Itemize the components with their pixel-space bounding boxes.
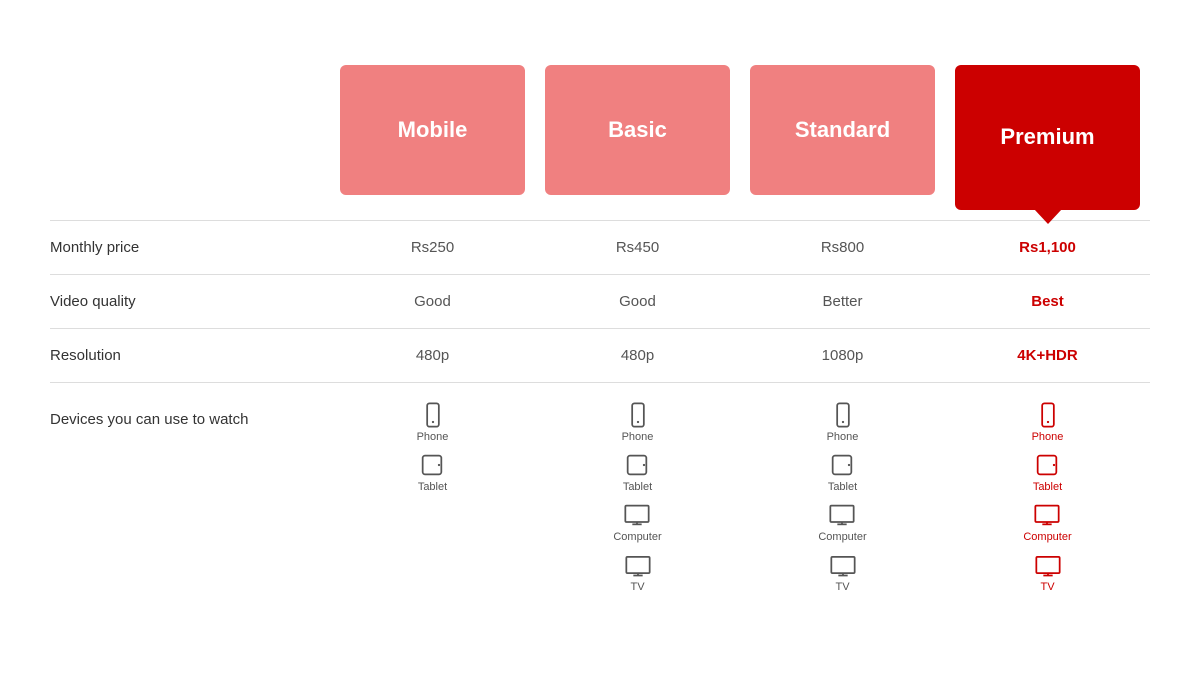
devices-basic: Phone Tablet Computer: [535, 401, 740, 593]
device-premium-computer: Computer: [1023, 501, 1071, 543]
resolution-premium: 4K+HDR: [945, 347, 1150, 364]
device-basic-tablet: Tablet: [623, 451, 652, 493]
monthly-price-label: Monthly price: [50, 239, 330, 256]
computer-icon: [828, 501, 856, 529]
plan-standard: Standard: [750, 65, 935, 195]
device-label: Tablet: [1033, 481, 1062, 493]
devices-standard: Phone Tablet Computer: [740, 401, 945, 593]
plan-headers: Mobile Basic Standard Premium: [50, 65, 1150, 210]
device-label: Computer: [818, 531, 866, 543]
plan-standard-label: Standard: [795, 117, 890, 143]
header-empty: [50, 65, 330, 210]
tv-icon: [624, 551, 652, 579]
device-label: Phone: [622, 431, 654, 443]
tv-icon: [829, 551, 857, 579]
tablet-icon: [1033, 451, 1061, 479]
device-label: Tablet: [418, 481, 447, 493]
computer-icon: [623, 501, 651, 529]
device-label: TV: [1040, 581, 1054, 593]
comparison-table: Mobile Basic Standard Premium Monthly pr…: [50, 45, 1150, 631]
device-standard-phone: Phone: [827, 401, 859, 443]
device-label: Tablet: [623, 481, 652, 493]
device-basic-phone: Phone: [622, 401, 654, 443]
resolution-standard: 1080p: [740, 347, 945, 364]
resolution-row: Resolution 480p 480p 1080p 4K+HDR: [50, 328, 1150, 382]
resolution-mobile: 480p: [330, 347, 535, 364]
devices-premium: Phone Tablet Computer: [945, 401, 1150, 593]
phone-icon: [624, 401, 652, 429]
device-mobile-tablet: Tablet: [418, 451, 447, 493]
resolution-basic: 480p: [535, 347, 740, 364]
video-quality-row: Video quality Good Good Better Best: [50, 274, 1150, 328]
monthly-price-row: Monthly price Rs250 Rs450 Rs800 Rs1,100: [50, 220, 1150, 274]
device-mobile-phone: Phone: [417, 401, 449, 443]
phone-icon: [829, 401, 857, 429]
tablet-icon: [828, 451, 856, 479]
device-standard-tv: TV: [829, 551, 857, 593]
device-label: Phone: [417, 431, 449, 443]
monthly-price-basic: Rs450: [535, 239, 740, 256]
device-label: Computer: [613, 531, 661, 543]
video-quality-mobile: Good: [330, 293, 535, 310]
device-basic-computer: Computer: [613, 501, 661, 543]
plan-mobile: Mobile: [340, 65, 525, 195]
device-label: Phone: [827, 431, 859, 443]
device-label: Computer: [1023, 531, 1071, 543]
device-standard-tablet: Tablet: [828, 451, 857, 493]
resolution-label: Resolution: [50, 347, 330, 364]
device-label: Tablet: [828, 481, 857, 493]
plan-basic-label: Basic: [608, 117, 667, 143]
computer-icon: [1033, 501, 1061, 529]
device-label: TV: [835, 581, 849, 593]
tv-icon: [1034, 551, 1062, 579]
device-premium-tablet: Tablet: [1033, 451, 1062, 493]
device-basic-tv: TV: [624, 551, 652, 593]
device-standard-computer: Computer: [818, 501, 866, 543]
monthly-price-mobile: Rs250: [330, 239, 535, 256]
devices-label: Devices you can use to watch: [50, 401, 330, 428]
plan-premium: Premium: [955, 65, 1140, 210]
devices-mobile: Phone Tablet: [330, 401, 535, 493]
video-quality-premium: Best: [945, 293, 1150, 310]
monthly-price-standard: Rs800: [740, 239, 945, 256]
phone-icon: [1034, 401, 1062, 429]
plan-premium-label: Premium: [1000, 124, 1094, 150]
tablet-icon: [623, 451, 651, 479]
device-label: TV: [630, 581, 644, 593]
video-quality-standard: Better: [740, 293, 945, 310]
video-quality-label: Video quality: [50, 293, 330, 310]
video-quality-basic: Good: [535, 293, 740, 310]
device-premium-tv: TV: [1034, 551, 1062, 593]
table-rows: Monthly price Rs250 Rs450 Rs800 Rs1,100 …: [50, 220, 1150, 611]
plan-mobile-label: Mobile: [398, 117, 468, 143]
tablet-icon: [418, 451, 446, 479]
device-label: Phone: [1032, 431, 1064, 443]
monthly-price-premium: Rs1,100: [945, 239, 1150, 256]
plan-basic: Basic: [545, 65, 730, 195]
device-premium-phone: Phone: [1032, 401, 1064, 443]
devices-row: Devices you can use to watch Phone Table…: [50, 382, 1150, 611]
phone-icon: [419, 401, 447, 429]
